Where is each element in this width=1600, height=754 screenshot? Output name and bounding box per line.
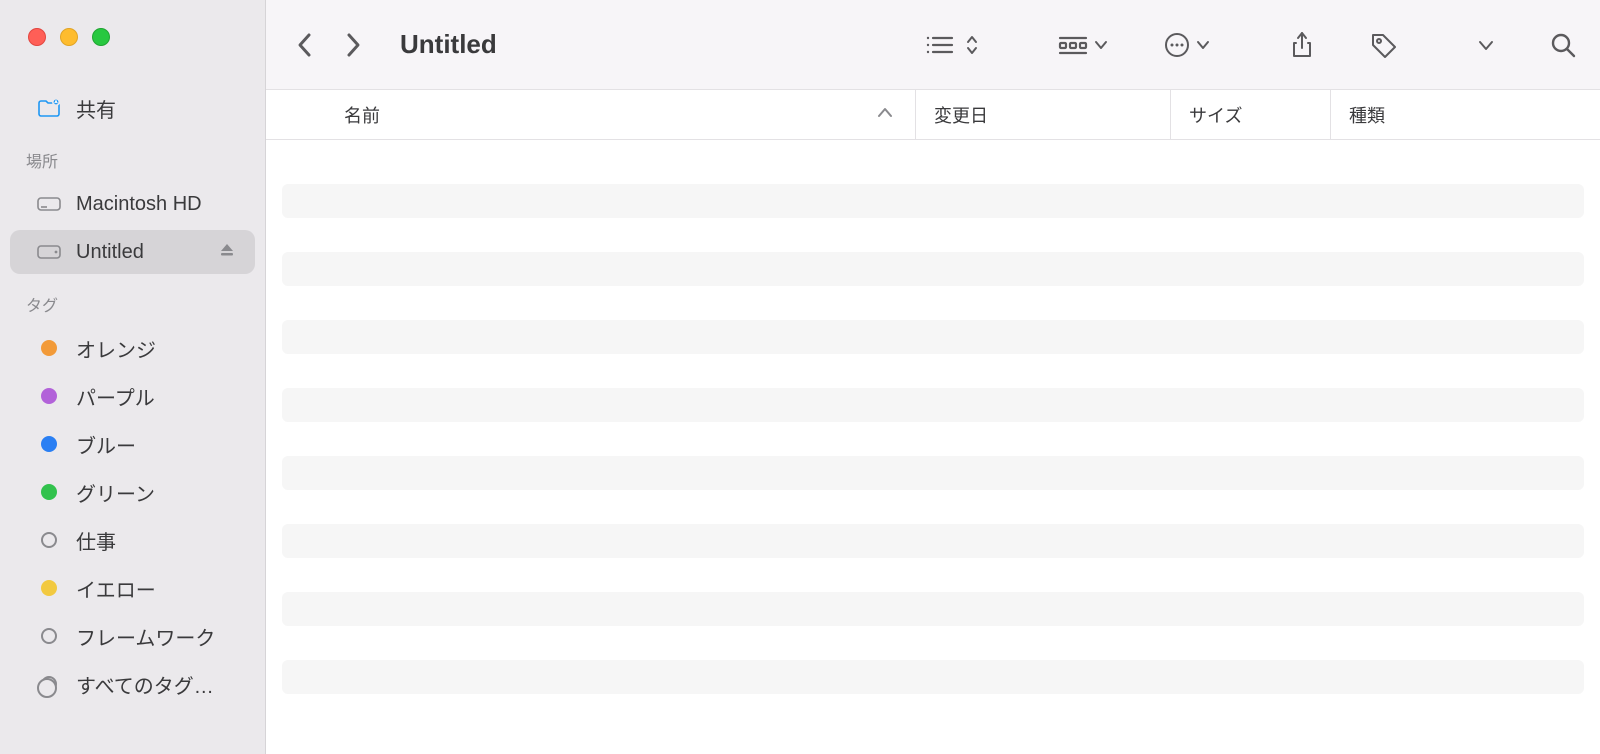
- eject-icon[interactable]: [219, 241, 235, 264]
- list-row-placeholder: [282, 524, 1584, 558]
- tag-dot-icon: [36, 388, 62, 404]
- sidebar: 共有 場所 Macintosh HD Untitled タグ オレンジ: [0, 0, 266, 754]
- column-name-label: 名前: [344, 102, 380, 128]
- group-by-button[interactable]: [1058, 34, 1108, 56]
- sort-ascending-icon: [877, 104, 893, 125]
- sidebar-locations-header: 場所: [0, 132, 265, 180]
- sidebar-shared-label: 共有: [76, 94, 116, 123]
- sidebar-tag-label: すべてのタグ…: [76, 670, 214, 699]
- column-kind-label: 種類: [1349, 102, 1385, 128]
- sidebar-tag-label: ブルー: [76, 430, 136, 459]
- sidebar-tag-label: 仕事: [76, 526, 116, 555]
- tag-dot-icon: [36, 484, 62, 500]
- column-header-size[interactable]: サイズ: [1171, 90, 1331, 139]
- tag-dot-icon: [36, 436, 62, 452]
- sidebar-item-label: Untitled: [76, 241, 144, 264]
- column-date-label: 変更日: [934, 102, 988, 128]
- sidebar-tags-header: タグ: [0, 276, 265, 324]
- sidebar-tag-orange[interactable]: オレンジ: [10, 326, 255, 370]
- search-button[interactable]: [1550, 32, 1576, 58]
- sidebar-tag-blue[interactable]: ブルー: [10, 422, 255, 466]
- tag-dot-icon: [36, 340, 62, 356]
- sidebar-tag-framework[interactable]: フレームワーク: [10, 614, 255, 658]
- column-header-date[interactable]: 変更日: [916, 90, 1171, 139]
- zoom-window-button[interactable]: [92, 28, 110, 46]
- sidebar-tag-label: グリーン: [76, 478, 155, 507]
- list-row-placeholder: [282, 184, 1584, 218]
- sidebar-item-shared[interactable]: 共有: [10, 86, 255, 130]
- sidebar-tag-all[interactable]: すべてのタグ…: [10, 662, 255, 706]
- tag-dot-icon: [36, 532, 62, 548]
- action-menu-button[interactable]: [1164, 32, 1210, 58]
- toolbar-overflow-button[interactable]: [1478, 38, 1494, 52]
- sidebar-tag-work[interactable]: 仕事: [10, 518, 255, 562]
- shared-folder-icon: [36, 98, 62, 118]
- list-row-placeholder: [282, 592, 1584, 626]
- sidebar-tag-purple[interactable]: パープル: [10, 374, 255, 418]
- window-controls: [0, 28, 265, 46]
- sidebar-item-label: Macintosh HD: [76, 193, 202, 216]
- sidebar-tag-label: パープル: [76, 382, 155, 411]
- sidebar-tag-yellow[interactable]: イエロー: [10, 566, 255, 610]
- sidebar-item-untitled[interactable]: Untitled: [10, 230, 255, 274]
- sidebar-tag-label: オレンジ: [76, 334, 156, 363]
- list-row-placeholder: [282, 320, 1584, 354]
- list-row-placeholder: [282, 660, 1584, 694]
- sidebar-tag-label: フレームワーク: [76, 622, 215, 651]
- column-header-name[interactable]: 名前: [266, 90, 916, 139]
- sidebar-tag-green[interactable]: グリーン: [10, 470, 255, 514]
- column-size-label: サイズ: [1189, 102, 1242, 128]
- column-header-kind[interactable]: 種類: [1331, 90, 1600, 139]
- close-window-button[interactable]: [28, 28, 46, 46]
- view-mode-button[interactable]: [924, 34, 978, 56]
- share-button[interactable]: [1290, 31, 1314, 59]
- minimize-window-button[interactable]: [60, 28, 78, 46]
- window-title: Untitled: [400, 29, 497, 60]
- internal-disk-icon: [36, 196, 62, 212]
- external-disk-icon: [36, 244, 62, 260]
- forward-button[interactable]: [344, 31, 362, 59]
- file-list[interactable]: [266, 140, 1600, 754]
- list-row-placeholder: [282, 388, 1584, 422]
- main-area: Untitled: [266, 0, 1600, 754]
- tag-dot-icon: [36, 628, 62, 644]
- list-row-placeholder: [282, 456, 1584, 490]
- list-row-placeholder: [282, 252, 1584, 286]
- column-headers: 名前 変更日 サイズ 種類: [266, 90, 1600, 140]
- sidebar-tag-label: イエロー: [76, 574, 156, 603]
- all-tags-icon: [36, 676, 62, 692]
- sidebar-item-macintosh-hd[interactable]: Macintosh HD: [10, 182, 255, 226]
- tags-button[interactable]: [1370, 32, 1398, 58]
- back-button[interactable]: [296, 31, 314, 59]
- tag-dot-icon: [36, 580, 62, 596]
- toolbar: Untitled: [266, 0, 1600, 90]
